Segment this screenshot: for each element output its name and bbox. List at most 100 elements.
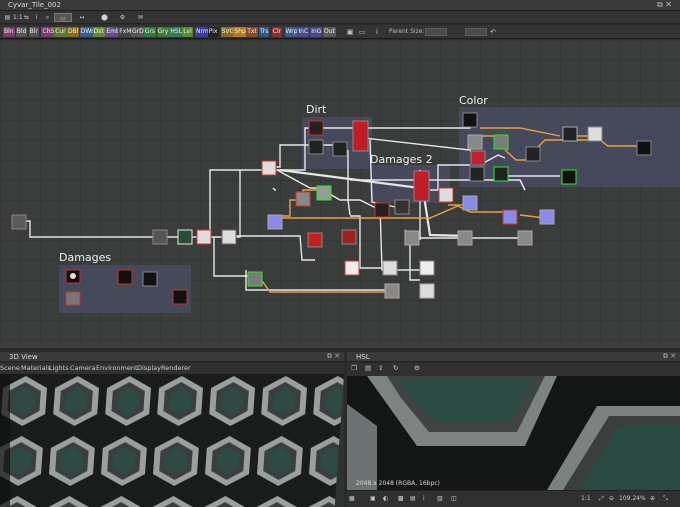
graph-node[interactable] xyxy=(539,209,555,225)
zoom-ratio[interactable]: 1:1 xyxy=(581,495,591,502)
graph-node[interactable] xyxy=(587,126,603,142)
node-chip-dbl[interactable]: DBl xyxy=(67,27,80,37)
node-chip-trs[interactable]: Trs xyxy=(259,27,270,37)
node-chip-hsl[interactable]: HSL xyxy=(169,27,184,37)
zoom-in-icon[interactable]: ⊕ xyxy=(650,495,655,502)
zoom-out-icon[interactable]: ⊖ xyxy=(609,495,614,502)
node-chip-ing[interactable]: InG xyxy=(310,27,323,37)
node-chip-out[interactable]: Out xyxy=(323,27,336,37)
graph-node[interactable] xyxy=(462,112,478,128)
node-chip-chs[interactable]: ChS xyxy=(41,27,56,37)
fullscreen-icon[interactable]: ⤡ xyxy=(663,495,668,503)
graph-node[interactable] xyxy=(221,229,237,245)
graph-node[interactable] xyxy=(404,230,420,246)
undo-icon[interactable]: ↶ xyxy=(489,28,497,36)
copy-icon[interactable]: ❐ xyxy=(351,364,357,372)
search-icon[interactable]: ⌕ xyxy=(43,13,52,22)
display-mode-button[interactable]: ▭ xyxy=(54,13,72,22)
graph-node[interactable] xyxy=(374,202,390,218)
3d-viewport[interactable] xyxy=(0,374,344,507)
node-chip-lvl[interactable]: Lvl xyxy=(182,27,193,37)
tile-icon[interactable]: ▣ xyxy=(370,495,376,502)
menu-lights[interactable]: Lights xyxy=(49,364,69,372)
graph-node[interactable] xyxy=(352,120,369,152)
graph-node[interactable] xyxy=(308,120,324,136)
node-chip-cur[interactable]: Cur xyxy=(54,27,67,37)
graph-node[interactable] xyxy=(493,134,509,150)
node-chip-blr[interactable]: Blr xyxy=(28,27,39,37)
graph-node[interactable] xyxy=(261,160,277,176)
panel-controls[interactable]: ⧉ ✕ xyxy=(327,352,340,361)
graph-node[interactable] xyxy=(308,139,324,155)
settings-icon[interactable]: ⚙ xyxy=(414,364,420,372)
graph-node[interactable] xyxy=(332,141,348,157)
color-picker-icon[interactable]: ⬤ xyxy=(100,13,109,22)
graph-node[interactable] xyxy=(117,269,133,285)
histogram-icon[interactable]: ▥ xyxy=(437,495,443,502)
parent-size-width-field[interactable] xyxy=(425,28,447,36)
compare-icon[interactable]: ◫ xyxy=(451,495,457,502)
graph-node[interactable] xyxy=(457,230,473,246)
graph-node[interactable] xyxy=(462,195,478,211)
comment-icon[interactable]: ▭ xyxy=(358,28,366,36)
connection-style-icon[interactable]: ↔ xyxy=(75,13,89,22)
graph-node[interactable] xyxy=(152,229,168,245)
layout-icon[interactable]: ▤ xyxy=(3,13,12,22)
node-chip-pix[interactable]: Pix xyxy=(207,27,219,37)
graph-node[interactable] xyxy=(502,209,518,225)
2d-texture-view[interactable] xyxy=(347,376,680,490)
graph-node[interactable] xyxy=(172,289,188,305)
info-icon[interactable]: i xyxy=(32,13,41,22)
graph-node[interactable] xyxy=(413,170,430,202)
node-chip-clr[interactable]: Clr xyxy=(271,27,283,37)
graph-node[interactable] xyxy=(65,291,81,306)
node-chip-bld[interactable]: Bld xyxy=(15,27,28,37)
graph-node[interactable] xyxy=(467,134,483,150)
menu-camera[interactable]: Camera xyxy=(70,364,96,372)
graph-node[interactable] xyxy=(316,185,332,201)
graph-node[interactable] xyxy=(11,214,27,230)
menu-environment[interactable]: Environment xyxy=(96,364,138,372)
node-chip-gry[interactable]: Gry xyxy=(156,27,170,37)
graph-node[interactable] xyxy=(525,146,541,162)
graph-node[interactable] xyxy=(295,191,311,207)
background-icon[interactable]: ◐ xyxy=(383,495,388,502)
history-icon[interactable]: ▤ xyxy=(410,495,416,502)
frame-icon[interactable]: ▣ xyxy=(346,28,354,36)
menu-renderer[interactable]: Renderer xyxy=(161,364,191,372)
info-icon[interactable]: i xyxy=(373,28,381,36)
info-icon[interactable]: i xyxy=(423,495,425,502)
menu-scene[interactable]: Scene xyxy=(0,364,20,372)
graph-node[interactable] xyxy=(469,166,485,182)
graph-node[interactable] xyxy=(196,229,212,245)
node-chip-grd[interactable]: GrD xyxy=(131,27,145,37)
node-chip-bln[interactable]: Bln xyxy=(3,27,15,37)
settings-icon[interactable]: ⚙ xyxy=(118,13,127,22)
graph-node[interactable] xyxy=(394,199,410,215)
export-icon[interactable]: ⇪ xyxy=(378,364,383,372)
graph-node[interactable] xyxy=(177,229,193,245)
graph-node[interactable] xyxy=(517,230,533,246)
graph-node[interactable] xyxy=(493,166,509,182)
refresh-icon[interactable]: ↻ xyxy=(393,364,398,372)
graph-node[interactable] xyxy=(341,229,357,245)
graph-node[interactable] xyxy=(561,169,577,185)
graph-node[interactable] xyxy=(562,126,578,142)
graph-node[interactable] xyxy=(382,260,398,276)
graph-node[interactable] xyxy=(142,271,158,287)
graph-node[interactable] xyxy=(247,271,263,287)
node-chip-grs[interactable]: Grs xyxy=(143,27,157,37)
swap-icon[interactable]: ⇆ xyxy=(22,13,31,22)
parent-size-height-field[interactable] xyxy=(465,28,487,36)
panel-controls[interactable]: ⧉ ✕ xyxy=(663,352,676,361)
node-graph-canvas[interactable]: Dirt Color Damages 2 Damages xyxy=(0,40,680,348)
node-chip-shp[interactable]: Shp xyxy=(233,27,247,37)
window-controls[interactable]: ⧉ ✕ xyxy=(657,0,672,10)
graph-node[interactable] xyxy=(419,283,435,299)
graph-node[interactable] xyxy=(307,232,323,248)
channels-icon[interactable]: ▦ xyxy=(349,495,355,502)
mail-icon[interactable]: ✉ xyxy=(136,13,145,22)
fit-icon[interactable]: ⤢ xyxy=(599,495,604,503)
node-chip-dst[interactable]: Dst xyxy=(92,27,105,37)
node-chip-txt[interactable]: Txt xyxy=(246,27,258,37)
